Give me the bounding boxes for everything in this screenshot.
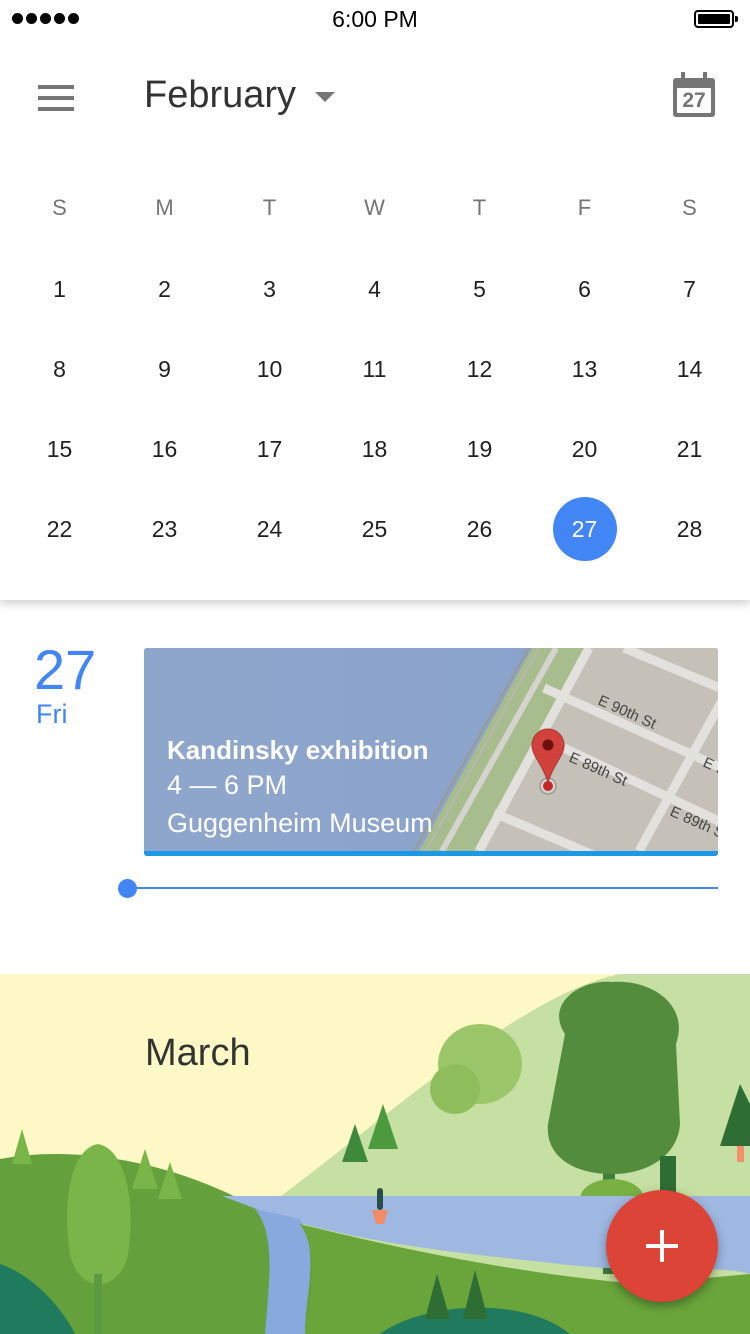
week-row: 15 16 17 18 19 20 21 <box>7 409 742 489</box>
day-cell[interactable]: 7 <box>637 249 742 329</box>
day-cell[interactable]: 9 <box>112 329 217 409</box>
day-cell[interactable]: 21 <box>637 409 742 489</box>
day-cell[interactable]: 25 <box>322 489 427 569</box>
day-cell[interactable]: 12 <box>427 329 532 409</box>
current-time-dot <box>118 879 137 898</box>
day-cell[interactable]: 23 <box>112 489 217 569</box>
month-title[interactable]: February <box>144 74 296 117</box>
day-cell[interactable]: 5 <box>427 249 532 329</box>
day-cell[interactable]: 1 <box>7 249 112 329</box>
month-banner-title: March <box>145 1032 251 1074</box>
month-calendar-card: 6:00 PM February 27 S M T W T F S 1 2 3 … <box>0 0 750 600</box>
event-location: Guggenheim Museum <box>167 808 433 838</box>
weekday-label: T <box>262 195 277 220</box>
day-cell[interactable]: 17 <box>217 409 322 489</box>
agenda-date: 27 Fri <box>34 638 97 729</box>
day-cell[interactable]: 20 <box>532 409 637 489</box>
weekday-label: T <box>472 195 487 220</box>
day-cell[interactable]: 24 <box>217 489 322 569</box>
weekday-header: S M T W T F S <box>7 188 742 228</box>
weekday-label: W <box>364 195 385 220</box>
week-row: 1 2 3 4 5 6 7 <box>7 249 742 329</box>
event-card[interactable]: E 90th St E 89th St E 89th St E 9 Kandin… <box>144 648 718 856</box>
battery-full-icon <box>694 10 738 28</box>
day-cell[interactable]: 4 <box>322 249 427 329</box>
day-cell[interactable]: 15 <box>7 409 112 489</box>
caret-down-icon[interactable] <box>315 92 335 102</box>
day-cell-selected[interactable]: 27 <box>532 489 637 569</box>
day-cell[interactable]: 2 <box>112 249 217 329</box>
day-cell[interactable]: 19 <box>427 409 532 489</box>
day-cell[interactable]: 22 <box>7 489 112 569</box>
day-cell[interactable]: 14 <box>637 329 742 409</box>
add-event-button[interactable] <box>606 1190 718 1302</box>
month-grid: S M T W T F S 1 2 3 4 5 6 7 8 9 10 11 12… <box>7 188 742 561</box>
event-color-bar <box>144 851 718 856</box>
weekday-label: S <box>52 195 67 220</box>
current-time-line <box>128 887 718 889</box>
day-cell[interactable]: 8 <box>7 329 112 409</box>
status-time: 6:00 PM <box>332 6 418 32</box>
day-cell[interactable]: 11 <box>322 329 427 409</box>
calendar-today-icon[interactable]: 27 <box>673 72 715 118</box>
day-cell[interactable]: 6 <box>532 249 637 329</box>
day-cell[interactable]: 16 <box>112 409 217 489</box>
hamburger-menu-icon[interactable] <box>38 85 74 111</box>
agenda-day-name: Fri <box>36 699 68 729</box>
selected-day-number: 27 <box>571 516 598 542</box>
week-row: 22 23 24 25 26 27 28 <box>7 489 742 569</box>
weekday-label: M <box>155 195 174 220</box>
event-time: 4 — 6 PM <box>167 770 288 800</box>
event-title: Kandinsky exhibition <box>167 735 429 765</box>
day-cell[interactable]: 18 <box>322 409 427 489</box>
day-cell[interactable]: 28 <box>637 489 742 569</box>
agenda-day-number: 27 <box>34 638 97 701</box>
status-bar: 6:00 PM <box>0 0 750 40</box>
day-cell[interactable]: 13 <box>532 329 637 409</box>
weekday-label: S <box>682 195 697 220</box>
week-row: 8 9 10 11 12 13 14 <box>7 329 742 409</box>
day-cell[interactable]: 26 <box>427 489 532 569</box>
event-details: Kandinsky exhibition 4 — 6 PM Guggenheim… <box>167 734 433 842</box>
today-icon-day: 27 <box>677 88 711 113</box>
day-cell[interactable]: 3 <box>217 249 322 329</box>
weekday-label: F <box>577 195 592 220</box>
day-cell[interactable]: 10 <box>217 329 322 409</box>
